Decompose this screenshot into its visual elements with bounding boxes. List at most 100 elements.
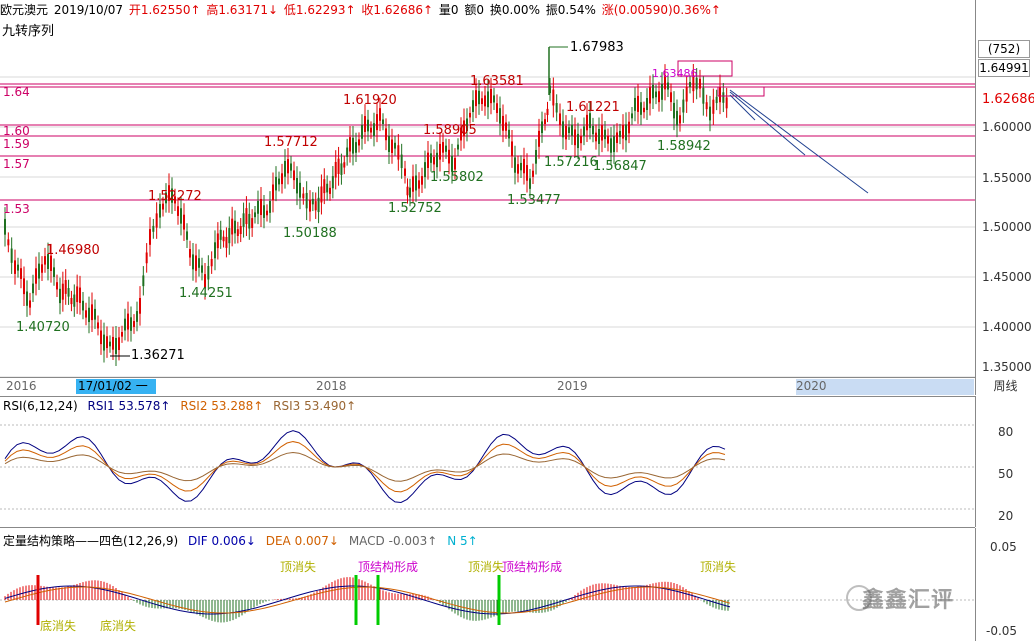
price-annotation: 1.63486 xyxy=(652,67,698,80)
candle-body xyxy=(699,78,701,89)
current-price-label: 1.62686 xyxy=(982,92,1034,107)
selected-date[interactable]: 17/01/02 一 xyxy=(76,379,156,394)
candle-body xyxy=(640,102,642,115)
candle-body xyxy=(278,178,280,185)
candle-body xyxy=(248,213,251,229)
watermark: 鑫鑫汇评 xyxy=(862,588,955,613)
rsi-panel[interactable] xyxy=(0,396,975,528)
candle-body xyxy=(685,86,688,102)
candle-body xyxy=(159,204,161,218)
candle-body xyxy=(299,182,301,198)
candle-body xyxy=(296,177,298,194)
candle-body xyxy=(517,164,519,174)
price-annotation: 1.56847 xyxy=(593,159,647,174)
candle-body xyxy=(177,206,179,216)
candle-body xyxy=(709,106,711,121)
candle-body xyxy=(91,304,93,321)
price-annotation: 1.36271 xyxy=(131,348,185,363)
candle-body xyxy=(275,176,277,191)
candle-body xyxy=(552,89,555,106)
date-axis[interactable]: 2016 17/01/02 一 2018 2019 2020 xyxy=(0,377,975,397)
candle-body xyxy=(323,179,326,194)
rsi-tick: 50 xyxy=(998,467,1014,481)
candle-body xyxy=(115,337,117,354)
candle-body xyxy=(526,165,528,181)
candle-body xyxy=(658,91,660,103)
candle-body xyxy=(689,81,691,87)
candle-body xyxy=(490,88,492,104)
candle-body xyxy=(59,288,61,304)
candle-body xyxy=(484,95,486,107)
candle-body xyxy=(722,92,725,103)
candle-body xyxy=(331,176,334,189)
candle-body xyxy=(136,311,138,322)
candle-body xyxy=(152,225,155,232)
price-chart-panel[interactable] xyxy=(0,0,975,378)
macd-annotation: 顶结构形成 xyxy=(358,560,419,574)
candle-body xyxy=(162,203,164,210)
macd-annotation: 顶结构形成 xyxy=(502,560,563,574)
candle-body xyxy=(290,163,292,171)
dea-value: DEA 0.007↓ xyxy=(265,534,339,548)
candle-body xyxy=(595,132,597,142)
candle-body xyxy=(520,162,522,171)
candle-body xyxy=(142,275,145,287)
candle-body xyxy=(472,100,474,113)
candle-body xyxy=(260,198,262,215)
candle-body xyxy=(207,266,210,280)
candle-body xyxy=(124,318,126,331)
candle-body xyxy=(85,310,87,318)
candle-body xyxy=(97,322,99,329)
macd-title: 定量结构策略——四色(12,26,9) xyxy=(3,534,179,548)
candle-body xyxy=(201,265,203,273)
candle-body xyxy=(481,98,483,105)
candle-body xyxy=(130,317,132,331)
level-label: 1.53 xyxy=(3,202,30,216)
candle-body xyxy=(493,95,495,103)
price-tick: 1.55000 xyxy=(982,171,1032,185)
candle-body xyxy=(682,99,685,113)
candle-body xyxy=(210,258,213,267)
macd-annotation: 顶消失 xyxy=(468,560,505,574)
candle-body xyxy=(79,287,81,303)
price-annotation: 1.57216 xyxy=(544,155,598,170)
period-selector[interactable]: 周线 xyxy=(975,377,1034,395)
candle-body xyxy=(583,126,585,137)
bar-count-box: (752) xyxy=(978,40,1030,58)
candle-body xyxy=(239,226,242,235)
candle-body xyxy=(41,264,43,273)
price-tick: 1.50000 xyxy=(982,220,1032,234)
level-label: 1.59 xyxy=(3,137,30,151)
candle-body xyxy=(343,162,346,168)
rsi2-value: RSI2 53.288↑ xyxy=(180,399,264,413)
candle-body xyxy=(546,108,549,116)
candle-body xyxy=(100,330,102,345)
price-annotation: 1.40720 xyxy=(16,320,70,335)
price-annotation: 1.58905 xyxy=(423,123,477,138)
candle-body xyxy=(334,161,337,178)
candle-body xyxy=(514,157,516,173)
rsi-chart[interactable] xyxy=(0,396,975,527)
candle-body xyxy=(112,336,114,350)
candle-body xyxy=(269,201,271,213)
candle-body xyxy=(400,154,403,169)
candle-body xyxy=(367,119,369,132)
candle-body xyxy=(317,197,320,213)
candle-body xyxy=(314,201,317,211)
macd-tick: -0.05 xyxy=(986,624,1018,638)
macd-annotation: 顶消失 xyxy=(280,560,317,574)
candle-body xyxy=(562,121,564,138)
candle-body xyxy=(139,297,141,314)
candle-body xyxy=(373,123,375,136)
candle-body xyxy=(94,308,96,320)
candle-body xyxy=(679,115,681,124)
candle-body xyxy=(38,263,40,279)
candle-body xyxy=(424,162,426,178)
candle-body xyxy=(637,95,639,112)
candle-body xyxy=(23,278,25,295)
candle-body xyxy=(183,214,185,230)
price-chart[interactable] xyxy=(0,0,975,377)
candle-body xyxy=(145,252,148,264)
candle-body xyxy=(457,144,459,150)
candle-body xyxy=(198,258,200,268)
